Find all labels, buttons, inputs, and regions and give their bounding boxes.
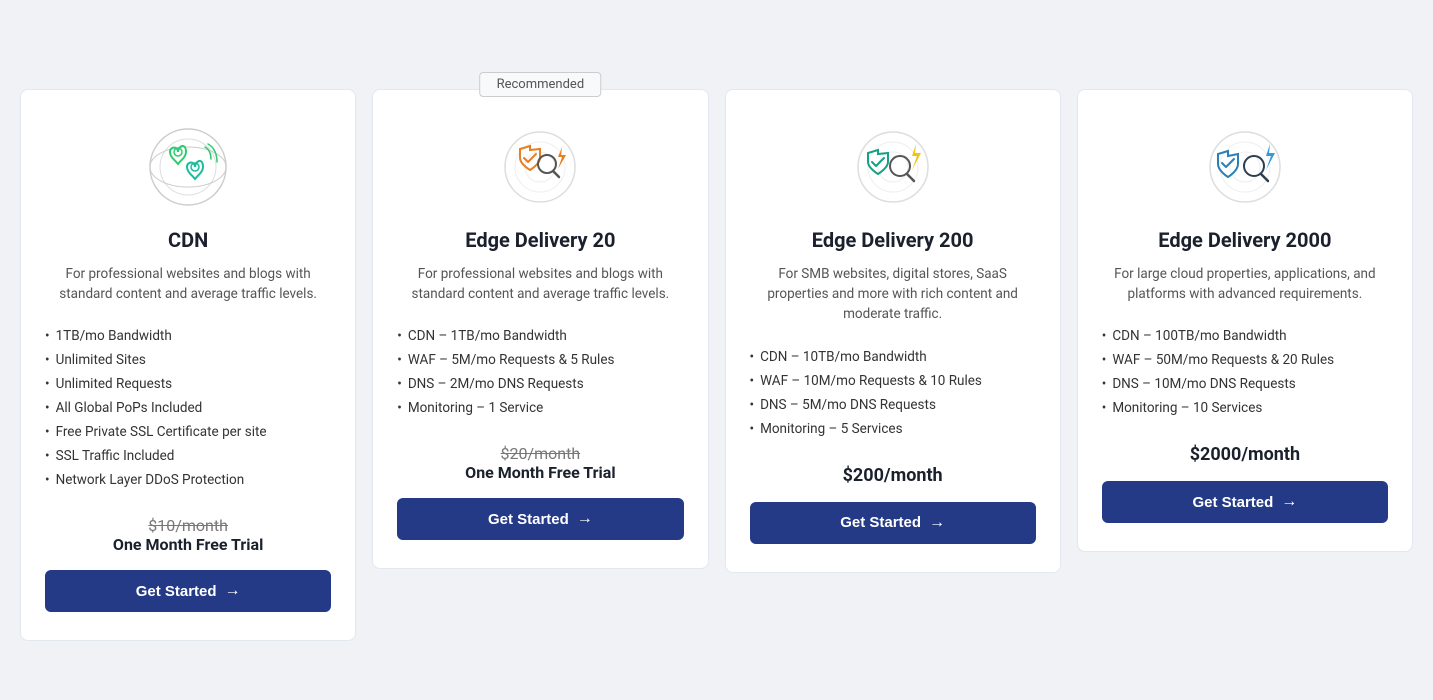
- feature-item: Unlimited Requests: [45, 372, 331, 396]
- recommended-badge: Recommended: [480, 72, 602, 97]
- feature-item: WAF – 50M/mo Requests & 20 Rules: [1102, 348, 1388, 372]
- plan-pricing-edge-delivery-200: $200/month: [843, 465, 943, 486]
- feature-item: Free Private SSL Certificate per site: [45, 420, 331, 444]
- plan-title-edge-delivery-20: Edge Delivery 20: [465, 228, 615, 252]
- plan-features-edge-delivery-2000: CDN – 100TB/mo BandwidthWAF – 50M/mo Req…: [1102, 324, 1388, 420]
- feature-item: 1TB/mo Bandwidth: [45, 324, 331, 348]
- feature-item: CDN – 1TB/mo Bandwidth: [397, 324, 683, 348]
- plan-pricing-cdn: $10/monthOne Month Free Trial: [113, 516, 263, 554]
- get-started-button-edge-delivery-2000[interactable]: Get Started →: [1102, 481, 1388, 523]
- plan-title-edge-delivery-2000: Edge Delivery 2000: [1158, 228, 1331, 252]
- price: $200/month: [843, 465, 943, 486]
- feature-item: SSL Traffic Included: [45, 444, 331, 468]
- plan-description-edge-delivery-2000: For large cloud properties, applications…: [1102, 264, 1388, 305]
- feature-item: All Global PoPs Included: [45, 396, 331, 420]
- feature-item: WAF – 5M/mo Requests & 5 Rules: [397, 348, 683, 372]
- plan-title-edge-delivery-200: Edge Delivery 200: [812, 228, 974, 252]
- plan-description-edge-delivery-20: For professional websites and blogs with…: [397, 264, 683, 305]
- feature-item: Monitoring – 5 Services: [750, 417, 1036, 441]
- plan-pricing-edge-delivery-2000: $2000/month: [1190, 444, 1300, 465]
- feature-item: Monitoring – 10 Services: [1102, 396, 1388, 420]
- plan-features-edge-delivery-200: CDN – 10TB/mo BandwidthWAF – 10M/mo Requ…: [750, 345, 1036, 441]
- feature-item: WAF – 10M/mo Requests & 10 Rules: [750, 369, 1036, 393]
- plan-features-edge-delivery-20: CDN – 1TB/mo BandwidthWAF – 5M/mo Reques…: [397, 324, 683, 420]
- arrow-icon: →: [929, 514, 945, 532]
- button-label: Get Started: [488, 511, 569, 528]
- pricing-section: CDN For professional websites and blogs w…: [20, 59, 1413, 642]
- plan-icon-edge-delivery-20: [495, 122, 585, 212]
- button-label: Get Started: [840, 514, 921, 531]
- plan-icon-edge-delivery-200: [848, 122, 938, 212]
- original-price: $10/month: [113, 516, 263, 535]
- button-label: Get Started: [1192, 494, 1273, 511]
- original-price: $20/month: [465, 444, 615, 463]
- trial-text: One Month Free Trial: [465, 463, 615, 482]
- plan-card-edge-delivery-2000: Edge Delivery 2000 For large cloud proper…: [1077, 89, 1413, 553]
- trial-text: One Month Free Trial: [113, 535, 263, 554]
- feature-item: CDN – 10TB/mo Bandwidth: [750, 345, 1036, 369]
- button-label: Get Started: [136, 583, 217, 600]
- price: $2000/month: [1190, 444, 1300, 465]
- plan-description-edge-delivery-200: For SMB websites, digital stores, SaaS p…: [750, 264, 1036, 325]
- plan-pricing-edge-delivery-20: $20/monthOne Month Free Trial: [465, 444, 615, 482]
- arrow-icon: →: [225, 582, 241, 600]
- plan-card-edge-delivery-200: Edge Delivery 200 For SMB websites, digit…: [725, 89, 1061, 573]
- plan-title-cdn: CDN: [168, 228, 208, 252]
- feature-item: DNS – 2M/mo DNS Requests: [397, 372, 683, 396]
- plan-description-cdn: For professional websites and blogs with…: [45, 264, 331, 305]
- feature-item: DNS – 5M/mo DNS Requests: [750, 393, 1036, 417]
- get-started-button-edge-delivery-200[interactable]: Get Started →: [750, 502, 1036, 544]
- feature-item: DNS – 10M/mo DNS Requests: [1102, 372, 1388, 396]
- feature-item: Monitoring – 1 Service: [397, 396, 683, 420]
- plan-card-cdn: CDN For professional websites and blogs w…: [20, 89, 356, 642]
- plan-features-cdn: 1TB/mo BandwidthUnlimited SitesUnlimited…: [45, 324, 331, 492]
- get-started-button-cdn[interactable]: Get Started →: [45, 570, 331, 612]
- plan-icon-edge-delivery-2000: [1200, 122, 1290, 212]
- feature-item: Unlimited Sites: [45, 348, 331, 372]
- arrow-icon: →: [577, 510, 593, 528]
- plan-card-edge-delivery-20: Recommended Edge Delivery 20For professi…: [372, 89, 708, 570]
- feature-item: CDN – 100TB/mo Bandwidth: [1102, 324, 1388, 348]
- feature-item: Network Layer DDoS Protection: [45, 468, 331, 492]
- arrow-icon: →: [1281, 493, 1297, 511]
- plan-icon-cdn: [143, 122, 233, 212]
- get-started-button-edge-delivery-20[interactable]: Get Started →: [397, 498, 683, 540]
